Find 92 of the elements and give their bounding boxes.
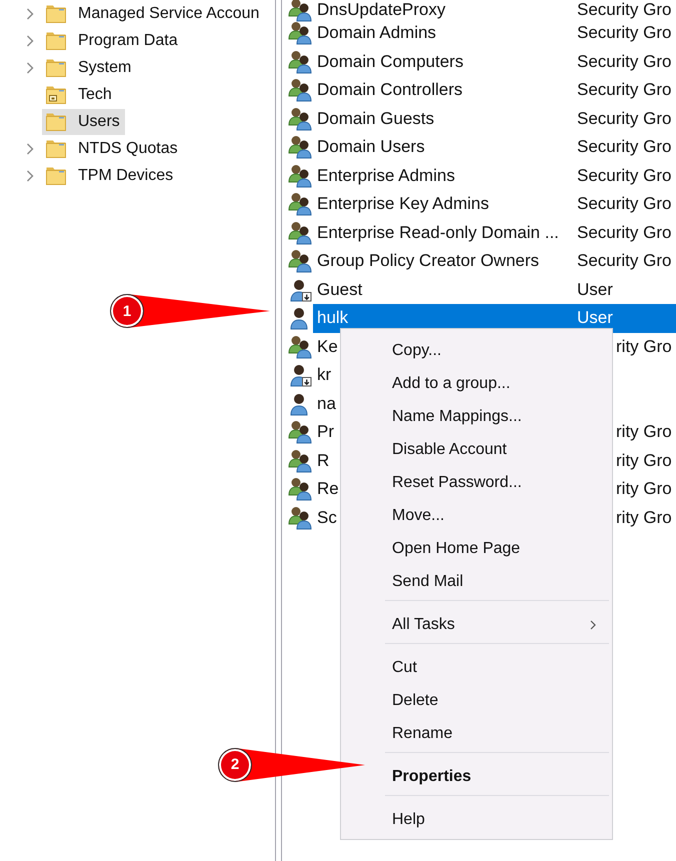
tree-item[interactable]: System (42, 54, 136, 80)
user-group-icon (288, 249, 312, 274)
folder-icon (46, 32, 66, 50)
menu-item[interactable]: Disable Account (341, 433, 612, 466)
folder-icon (46, 58, 66, 76)
tree-item[interactable]: Tech (42, 82, 117, 108)
menu-item[interactable]: Add to a group... (341, 367, 612, 400)
item-name: Domain Computers (317, 52, 464, 72)
user-group-icon (288, 21, 312, 46)
item-name: Enterprise Admins (317, 166, 455, 186)
item-type: rity Gro (616, 422, 672, 442)
item-type: Security Gro (577, 166, 672, 186)
user-group-icon (288, 477, 312, 502)
menu-item[interactable]: Move... (341, 499, 612, 532)
item-name: Enterprise Key Admins (317, 194, 489, 214)
item-name: Group Policy Creator Owners (317, 251, 540, 272)
user-group-icon (288, 135, 312, 160)
user-group-icon (288, 78, 312, 102)
item-type: User (577, 280, 613, 300)
chevron-right-icon[interactable] (26, 8, 34, 20)
item-type: Security Gro (577, 251, 672, 272)
item-name: Enterprise Read-only Domain ... (317, 222, 559, 243)
folder-icon (46, 112, 66, 130)
list-item[interactable]: Domain Admins Security Gro (313, 19, 676, 48)
item-type: Security Gro (577, 80, 672, 100)
menu-item[interactable]: Open Home Page (341, 532, 612, 565)
user-group-icon (288, 0, 312, 22)
item-type: Security Gro (577, 52, 672, 72)
pane-splitter[interactable] (275, 0, 282, 861)
user-group-icon (288, 420, 312, 444)
list-item[interactable]: Enterprise Key Admins Security Gro (313, 190, 676, 218)
item-name: R (317, 450, 330, 471)
folder-box-icon (46, 86, 66, 104)
item-type: Security Gro (577, 222, 672, 243)
item-name: Domain Controllers (317, 80, 462, 100)
user-arrow-icon (288, 278, 312, 302)
list-item[interactable]: Enterprise Read-only Domain ... Security Gro (313, 218, 676, 247)
item-type: Security Gro (577, 0, 672, 20)
list-item[interactable]: Group Policy Creator Owners Security Gro (313, 247, 676, 276)
step-marker: 1 (110, 294, 144, 328)
menu-item[interactable]: Reset Password... (341, 466, 612, 499)
user-group-icon (288, 220, 312, 245)
chevron-right-icon[interactable] (26, 34, 34, 46)
list-item[interactable]: Domain Guests Security Gro (313, 104, 676, 133)
menu-item[interactable]: Cut (341, 651, 612, 684)
menu-item[interactable]: Properties (341, 760, 612, 793)
user-group-icon (288, 164, 312, 188)
tree-item[interactable]: Users (42, 108, 125, 134)
user-group-icon (288, 50, 312, 74)
user-group-icon (288, 192, 312, 216)
chevron-right-icon[interactable] (26, 170, 34, 182)
list-item[interactable]: Domain Controllers Security Gro (313, 76, 676, 104)
item-name: Domain Users (317, 137, 425, 158)
chevron-right-icon[interactable] (26, 62, 34, 74)
menu-item[interactable]: Rename (341, 717, 612, 750)
menu-item[interactable]: Copy... (341, 334, 612, 367)
tree-item[interactable]: Program Data (42, 28, 183, 54)
list-item[interactable]: Guest User (313, 276, 676, 304)
item-name: Domain Admins (317, 23, 436, 44)
list-item[interactable]: Domain Computers Security Gro (313, 48, 676, 76)
item-type: rity Gro (616, 450, 672, 471)
chevron-right-icon[interactable] (26, 142, 34, 154)
item-name: Pr (317, 422, 334, 442)
tree-item[interactable]: Managed Service Accoun (42, 0, 264, 26)
item-name: hulk (317, 308, 348, 328)
step-marker: 2 (218, 748, 252, 782)
list-item[interactable]: DnsUpdateProxy Security Gro (313, 0, 676, 19)
menu-item[interactable]: All Tasks (341, 608, 612, 641)
tree-item[interactable]: NTDS Quotas (42, 136, 183, 162)
folder-icon (46, 166, 66, 184)
folder-icon (46, 4, 66, 22)
user-arrow-icon (288, 363, 312, 388)
user-group-icon (288, 448, 312, 473)
folder-icon (46, 140, 66, 158)
list-item[interactable]: Domain Users Security Gro (313, 133, 676, 162)
menu-item[interactable]: Send Mail (341, 565, 612, 598)
menu-item[interactable]: Name Mappings... (341, 400, 612, 433)
item-type: Security Gro (577, 137, 672, 158)
item-type: Security Gro (577, 108, 672, 129)
tree-item[interactable]: TPM Devices (42, 162, 178, 188)
item-type: Security Gro (577, 23, 672, 44)
user-group-icon (288, 106, 312, 131)
item-type: Security Gro (577, 194, 672, 214)
user-group-icon (288, 506, 312, 530)
menu-item[interactable]: Help (341, 803, 612, 836)
list-item[interactable]: Enterprise Admins Security Gro (313, 162, 676, 190)
item-name: DnsUpdateProxy (317, 0, 446, 20)
item-name: Domain Guests (317, 108, 434, 129)
menu-item[interactable]: Delete (341, 684, 612, 717)
user-group-icon (288, 334, 312, 359)
item-name: Guest (317, 280, 362, 300)
item-type: User (577, 308, 613, 328)
